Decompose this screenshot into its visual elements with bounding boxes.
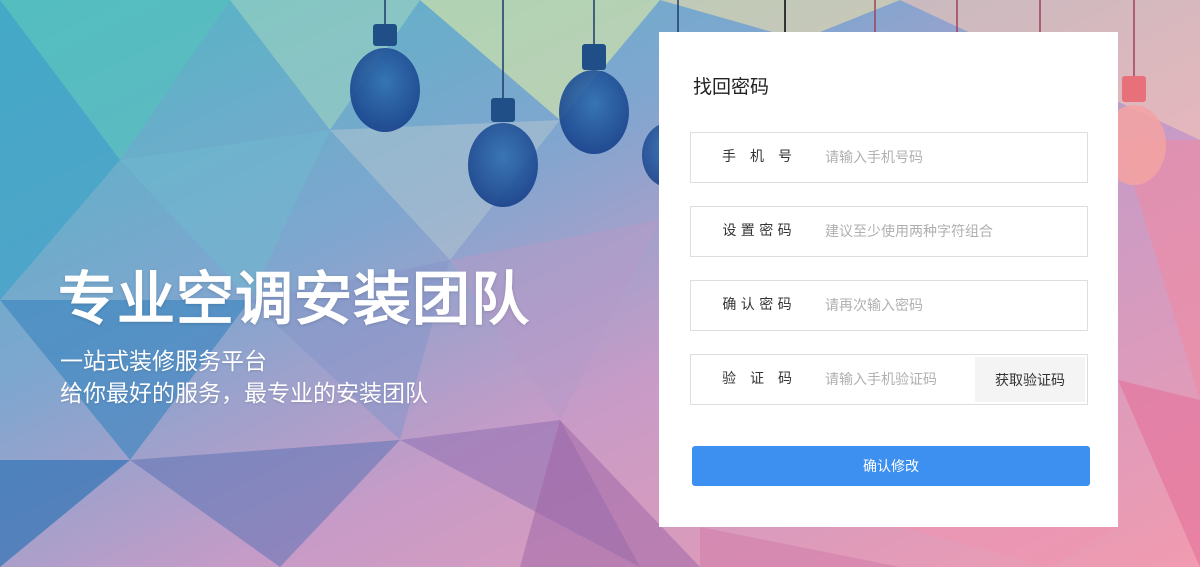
password-label: 设 置 密 码	[722, 223, 792, 239]
phone-input[interactable]	[825, 143, 1065, 172]
get-code-button[interactable]: 获取验证码	[975, 357, 1085, 402]
confirm-password-label: 确 认 密 码	[722, 297, 792, 313]
password-field: 设 置 密 码	[690, 206, 1088, 257]
phone-label: 手 机 号	[722, 149, 792, 165]
reset-password-panel: 找回密码 手 机 号 设 置 密 码 确 认 密 码 验 证 码 获取验证码 确…	[659, 32, 1118, 527]
panel-title: 找回密码	[693, 76, 770, 98]
confirm-password-field: 确 认 密 码	[690, 280, 1088, 331]
hero-title: 专业空调安装团队	[58, 265, 531, 333]
hero-subtitle-line1: 一站式装修服务平台	[60, 349, 267, 375]
password-input[interactable]	[825, 217, 1065, 246]
confirm-change-button[interactable]: 确认修改	[692, 446, 1090, 486]
verification-code-field: 验 证 码 获取验证码	[690, 354, 1088, 405]
confirm-password-input[interactable]	[825, 291, 1065, 320]
phone-field: 手 机 号	[690, 132, 1088, 183]
verification-code-label: 验 证 码	[722, 371, 792, 387]
verification-code-input[interactable]	[825, 365, 965, 394]
hero-subtitle-line2: 给你最好的服务，最专业的安装团队	[60, 381, 428, 407]
